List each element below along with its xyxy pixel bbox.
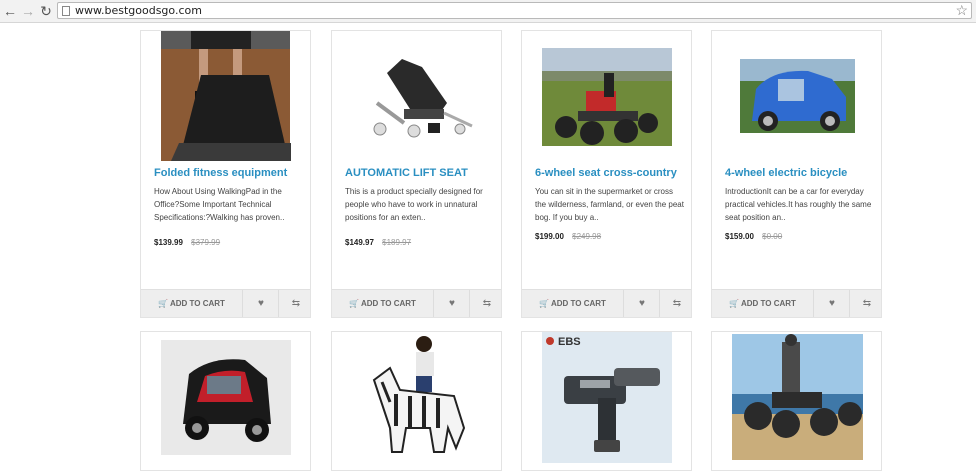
- product-description: How About Using WalkingPad in the Office…: [154, 187, 285, 222]
- add-to-cart-label: ADD TO CART: [169, 299, 225, 308]
- cart-icon: 🛒: [729, 299, 740, 308]
- cart-icon: 🛒: [158, 299, 169, 308]
- product-title[interactable]: Folded fitness equipment: [154, 167, 287, 179]
- product-card: Folded fitness equipment How About Using…: [140, 30, 311, 318]
- product-title[interactable]: AUTOMATIC LIFT SEAT: [345, 167, 468, 179]
- wishlist-heart-icon[interactable]: ♥: [433, 290, 470, 317]
- current-price: $149.97: [345, 238, 374, 247]
- product-image-walkingpad[interactable]: [141, 31, 310, 161]
- compare-arrows-icon[interactable]: ⇆: [659, 290, 694, 317]
- product-card: [331, 331, 502, 471]
- add-to-cart-label: ADD TO CART: [550, 299, 606, 308]
- wishlist-heart-icon[interactable]: ♥: [623, 290, 660, 317]
- wishlist-heart-icon[interactable]: ♥: [813, 290, 850, 317]
- product-title[interactable]: 6-wheel seat cross-country: [535, 167, 677, 179]
- page-icon: [62, 6, 70, 16]
- address-bar[interactable]: www.bestgoodsgo.com ☆: [57, 2, 972, 19]
- product-card: 6-wheel seat cross-country You can sit i…: [521, 30, 692, 318]
- price-block: $149.97 $189.97: [345, 238, 411, 247]
- product-image-six-wheel-seat[interactable]: [522, 31, 691, 161]
- product-image-lift-seat[interactable]: [332, 31, 501, 161]
- action-bar: 🛒 ADD TO CART ♥ ⇆: [141, 289, 310, 317]
- price-block: $159.00 $0.00: [725, 232, 782, 241]
- back-icon[interactable]: ←: [2, 3, 18, 19]
- price-block: $199.00 $249.98: [535, 232, 601, 241]
- action-bar: 🛒 ADD TO CART ♥ ⇆: [332, 289, 501, 317]
- product-card: 4-wheel electric bicycle IntroductionIt …: [711, 30, 882, 318]
- ebs-logo-text: EBS: [558, 336, 581, 348]
- compare-arrows-icon[interactable]: ⇆: [849, 290, 884, 317]
- add-to-cart-button[interactable]: 🛒 ADD TO CART: [522, 290, 623, 317]
- product-image-offroad-scooter[interactable]: [712, 332, 881, 463]
- star-icon[interactable]: ☆: [955, 2, 968, 18]
- wishlist-heart-icon[interactable]: ♥: [242, 290, 279, 317]
- compare-arrows-icon[interactable]: ⇆: [469, 290, 504, 317]
- add-to-cart-label: ADD TO CART: [360, 299, 416, 308]
- product-card: [140, 331, 311, 471]
- old-price: $379.99: [191, 238, 221, 247]
- old-price: $249.98: [572, 232, 602, 241]
- product-card: [711, 331, 882, 471]
- product-description: You can sit in the supermarket or cross …: [535, 187, 684, 222]
- cart-icon: 🛒: [539, 299, 550, 308]
- add-to-cart-button[interactable]: 🛒 ADD TO CART: [332, 290, 433, 317]
- product-card: AUTOMATIC LIFT SEAT This is a product sp…: [331, 30, 502, 318]
- current-price: $199.00: [535, 232, 564, 241]
- current-price: $139.99: [154, 238, 183, 247]
- price-block: $139.99 $379.99: [154, 238, 220, 247]
- url-text[interactable]: www.bestgoodsgo.com: [75, 4, 202, 18]
- current-price: $159.00: [725, 232, 754, 241]
- product-image-ride-on-zebra[interactable]: [332, 332, 501, 463]
- product-description: This is a product specially designed for…: [345, 187, 483, 222]
- action-bar: 🛒 ADD TO CART ♥ ⇆: [712, 289, 881, 317]
- reload-icon[interactable]: ↻: [38, 3, 54, 19]
- product-image-ebs-handheld-printer[interactable]: EBS: [522, 332, 691, 463]
- product-image-four-wheel-bicycle[interactable]: [712, 31, 881, 161]
- add-to-cart-button[interactable]: 🛒 ADD TO CART: [141, 290, 242, 317]
- product-card: EBS: [521, 331, 692, 471]
- action-bar: 🛒 ADD TO CART ♥ ⇆: [522, 289, 691, 317]
- add-to-cart-label: ADD TO CART: [740, 299, 796, 308]
- product-description: IntroductionIt can be a car for everyday…: [725, 187, 872, 222]
- browser-toolbar: ← → ↻ www.bestgoodsgo.com ☆: [0, 0, 976, 23]
- old-price: $189.97: [382, 238, 412, 247]
- old-price: $0.00: [762, 232, 783, 241]
- cart-icon: 🛒: [349, 299, 360, 308]
- product-title[interactable]: 4-wheel electric bicycle: [725, 167, 847, 179]
- compare-arrows-icon[interactable]: ⇆: [278, 290, 313, 317]
- forward-icon[interactable]: →: [20, 3, 36, 19]
- add-to-cart-button[interactable]: 🛒 ADD TO CART: [712, 290, 813, 317]
- product-image-micro-car[interactable]: [141, 332, 310, 463]
